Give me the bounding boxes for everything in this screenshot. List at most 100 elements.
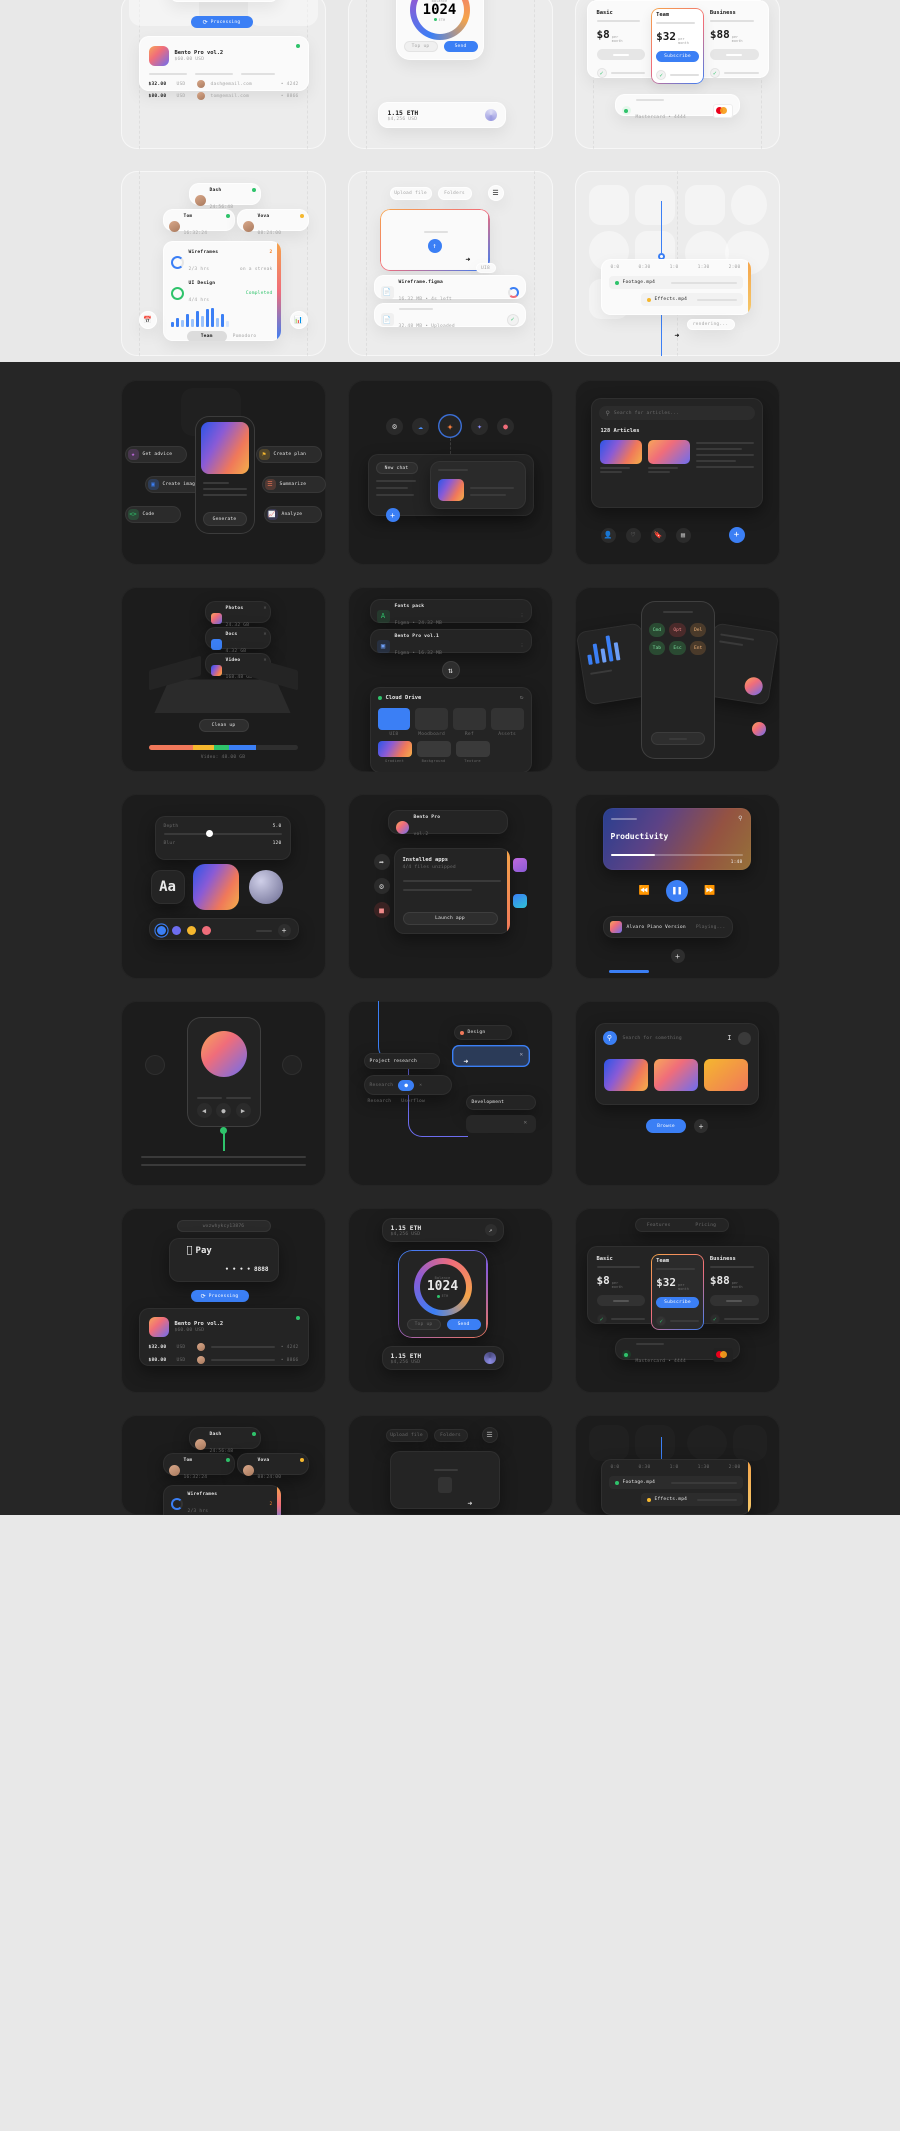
- article-card[interactable]: [695, 440, 754, 473]
- orb-swatch[interactable]: [248, 870, 283, 904]
- launch-app-button[interactable]: Launch app: [402, 912, 498, 925]
- cloud-file-row[interactable]: A Fonts pack Figma • 24.32 MB ⋮: [369, 599, 532, 626]
- search-icon[interactable]: ⚲: [602, 1031, 617, 1045]
- stats-button[interactable]: 📊: [289, 311, 308, 329]
- plan-team[interactable]: Team $32 per month Subscribe ✓: [651, 8, 704, 84]
- file-row[interactable]: 📄 Wireframe.figma 16.32 MB • 4s left: [373, 275, 526, 302]
- file-row[interactable]: 📄 32.48 MB • Uploaded ✓: [373, 303, 526, 329]
- apple-pay-card-dark[interactable]:  Pay • • • • 8888: [168, 1238, 279, 1282]
- prev-icon[interactable]: ⏪: [639, 886, 650, 896]
- app-badge-red[interactable]: ■: [373, 902, 390, 918]
- plan-basic[interactable]: Basic $8 per month ✓: [595, 8, 648, 84]
- close-icon[interactable]: ✕: [524, 1119, 528, 1126]
- expand-icon[interactable]: ↗: [484, 1224, 497, 1236]
- tab-pomodoro[interactable]: Pomodoro: [233, 334, 257, 339]
- close-icon[interactable]: ✕: [263, 631, 266, 637]
- calendar-button[interactable]: 📅: [138, 311, 157, 329]
- close-icon[interactable]: ✕: [520, 1051, 524, 1058]
- member-row[interactable]: Vova 08:24:00: [236, 1453, 309, 1480]
- add-button[interactable]: +: [728, 527, 745, 543]
- result-thumb[interactable]: [653, 1059, 698, 1091]
- member-row[interactable]: Dash 24:56:48: [188, 1427, 261, 1454]
- claude-icon[interactable]: ☁: [412, 417, 429, 435]
- tab-folders[interactable]: Folders: [437, 186, 472, 200]
- timeline-track[interactable]: Effects.mp4: [640, 293, 743, 306]
- refresh-icon[interactable]: ↻: [520, 694, 524, 701]
- tab-upload-file[interactable]: Upload file: [389, 186, 432, 200]
- result-thumb[interactable]: [703, 1059, 748, 1091]
- article-card[interactable]: [647, 440, 690, 473]
- eth-balance-panel[interactable]: 1.15 ETH $4,256 USD: [377, 102, 506, 128]
- payment-method-row[interactable]: Mastercard • 4444: [614, 94, 740, 120]
- more-icon[interactable]: ⋮: [520, 614, 525, 619]
- processing-button[interactable]: ⟳ Processing: [190, 16, 253, 28]
- chip-active[interactable]: ●: [398, 1080, 415, 1091]
- plan-cta[interactable]: [596, 1295, 646, 1306]
- meta-icon[interactable]: ●: [497, 417, 514, 435]
- timeline-track[interactable]: Effects.mp4: [640, 1493, 743, 1506]
- keypad-submit-button[interactable]: [650, 732, 705, 745]
- folder-item[interactable]: Moodboard: [415, 708, 448, 737]
- chip-analyze[interactable]: 📈 Analyze: [263, 506, 322, 523]
- dial-button-1[interactable]: ◀: [196, 1103, 212, 1118]
- side-knob-right[interactable]: [281, 1055, 302, 1075]
- key-cmd[interactable]: Cmd: [648, 623, 666, 637]
- search-input[interactable]: ⚲ Search for articles...: [598, 406, 755, 420]
- bookmark-icon[interactable]: 🔖: [650, 527, 666, 543]
- plan-team[interactable]: Team $32 per month Subscribe ✓: [651, 1254, 704, 1330]
- compass-icon[interactable]: ➦: [373, 854, 390, 870]
- grid-icon[interactable]: ▦: [675, 527, 691, 543]
- chip-create-plan[interactable]: ⚑ Create plan: [255, 446, 322, 463]
- apple-pay-card[interactable]:  Pay • • • • 8888: [168, 0, 279, 2]
- dropzone-dark[interactable]: [389, 1451, 500, 1509]
- result-thumb[interactable]: [603, 1059, 648, 1091]
- folder-item[interactable]: Assets: [490, 708, 524, 737]
- gradient-swatch[interactable]: [192, 864, 239, 910]
- avatar[interactable]: [737, 1031, 751, 1045]
- plan-business[interactable]: Business $88 per month ✓: [708, 1254, 761, 1330]
- side-knob-left[interactable]: [144, 1055, 165, 1075]
- topup-button[interactable]: Top up: [403, 41, 438, 52]
- dropzone[interactable]: ↑: [379, 209, 490, 271]
- new-chat-button[interactable]: New chat: [375, 462, 418, 474]
- gem-blue-icon[interactable]: [512, 894, 527, 908]
- board-column-design[interactable]: Design: [453, 1025, 512, 1040]
- eth-top-panel[interactable]: 1.15 ETH $4,256 USD ↗: [381, 1218, 504, 1242]
- key-opt[interactable]: Opt: [669, 623, 686, 637]
- swatch-rose[interactable]: [201, 926, 211, 935]
- cleanup-button[interactable]: Clean up: [198, 719, 249, 732]
- browse-button[interactable]: Browse: [646, 1119, 686, 1133]
- send-button[interactable]: Send: [443, 41, 478, 52]
- gear-icon[interactable]: ⚙: [373, 878, 390, 894]
- invoice-row[interactable]: $80.00 USD tom@email.com • 8866: [139, 88, 309, 100]
- add-swatch-button[interactable]: +: [277, 924, 291, 937]
- payment-method-row-dark[interactable]: Mastercard • 4444: [614, 1338, 740, 1364]
- timeline-track[interactable]: Footage.mp4: [608, 1476, 743, 1489]
- plan-business[interactable]: Business $88 per month ✓: [708, 8, 761, 84]
- board-column-project[interactable]: Project research: [363, 1053, 440, 1069]
- add-button[interactable]: +: [694, 1119, 708, 1133]
- invoice-row[interactable]: $32.00 USD • 4242: [139, 1337, 309, 1351]
- plan-basic[interactable]: Basic $8 per month ✓: [595, 1254, 648, 1330]
- member-row[interactable]: Vova 08:24:00: [236, 209, 309, 236]
- chip-research[interactable]: Research: [370, 1083, 394, 1088]
- topup-button[interactable]: Top up: [406, 1319, 441, 1330]
- tag-item[interactable]: Texture: [455, 741, 490, 763]
- cloud-file-row[interactable]: ▣ Bento Pro vol.1 Figma • 16.32 MB ⋮: [369, 629, 532, 656]
- search-icon[interactable]: ⚲: [738, 815, 742, 822]
- board-column-dev[interactable]: Development: [465, 1095, 536, 1110]
- more-icon[interactable]: ⋮: [520, 644, 525, 649]
- swatch-blue[interactable]: [156, 926, 166, 935]
- sync-button[interactable]: ⇅: [441, 661, 460, 679]
- tag-item[interactable]: Gradient: [377, 741, 412, 763]
- chip-add[interactable]: ✕: [419, 1083, 422, 1088]
- swatch-amber[interactable]: [186, 926, 196, 935]
- track-row[interactable]: Alvaro Piano Version Playing...: [602, 916, 733, 938]
- chip-code[interactable]: <> Code: [124, 506, 181, 523]
- send-button[interactable]: Send: [446, 1319, 481, 1330]
- key-ent[interactable]: Ent: [689, 641, 707, 655]
- timeline-track[interactable]: Footage.mp4: [608, 276, 743, 289]
- plan-cta[interactable]: [596, 49, 646, 60]
- menu-button[interactable]: ☰: [481, 1427, 498, 1443]
- folder-item[interactable]: UI8: [377, 708, 411, 737]
